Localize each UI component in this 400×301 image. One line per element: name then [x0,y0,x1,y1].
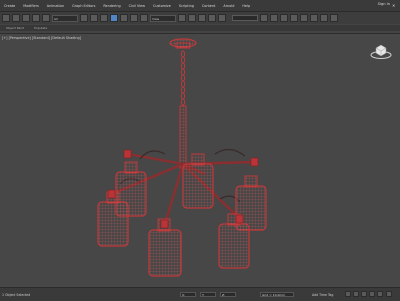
go-to-end-button[interactable] [377,291,383,297]
menu-arnold[interactable]: Arnold [219,4,238,8]
chain [180,50,186,106]
select-move-button[interactable] [110,14,118,22]
menu-animation[interactable]: Animation [43,4,68,8]
menu-modifiers[interactable]: Modifiers [19,4,42,8]
menu-scripting[interactable]: Scripting [175,4,198,8]
select-scale-button[interactable] [130,14,138,22]
bind-space-warp-button[interactable] [42,14,50,22]
zoom-extents-button[interactable] [386,291,392,297]
material-editor-button[interactable] [300,14,308,22]
snap-toggle-button[interactable] [188,14,196,22]
main-toolbar: All View [0,12,400,24]
select-place-button[interactable] [140,14,148,22]
menu-bar: Create Modifiers Animation Graph Editors… [0,0,400,12]
ribbon: Object Paint Populate [0,25,400,31]
render-frame-button[interactable] [320,14,328,22]
previous-frame-button[interactable] [353,291,359,297]
render-button[interactable] [330,14,338,22]
undo-button[interactable] [2,14,10,22]
go-to-start-button[interactable] [345,291,351,297]
percent-snap-button[interactable] [208,14,216,22]
menu-rendering[interactable]: Rendering [99,4,124,8]
reference-coordinate-dropdown[interactable]: View [150,14,176,22]
ribbon-tab-populate[interactable]: Populate [34,26,47,30]
align-button[interactable] [270,14,278,22]
link-button[interactable] [22,14,30,22]
sign-in-button[interactable]: Sign In [378,2,390,6]
spinner-snap-button[interactable] [218,14,226,22]
mirror-button[interactable] [260,14,268,22]
coord-x[interactable]: X: [180,292,196,297]
select-object-button[interactable] [80,14,88,22]
selection-filter-dropdown[interactable]: All [52,14,78,22]
grid-size: Grid = 10.0mm [260,292,294,297]
select-by-name-button[interactable] [90,14,98,22]
add-time-tag-button[interactable]: Add Time Tag [312,293,333,297]
lamp-shade-back-left [115,161,147,217]
angle-snap-button[interactable] [198,14,206,22]
central-stem [179,105,187,169]
unlink-button[interactable] [32,14,40,22]
curve-editor-button[interactable] [290,14,298,22]
selection-status: 1 Object Selected [2,293,31,297]
pivot-point-button[interactable] [178,14,186,22]
ribbon-tab-object-paint[interactable]: Object Paint [6,26,24,30]
layer-explorer-button[interactable] [280,14,288,22]
chandelier-model[interactable] [0,34,400,287]
menu-help[interactable]: Help [238,4,254,8]
ceiling-canopy [169,38,197,49]
select-rotate-button[interactable] [120,14,128,22]
menu-customize[interactable]: Customize [149,4,175,8]
rect-selection-button[interactable] [100,14,108,22]
render-setup-button[interactable] [310,14,318,22]
menu-graph-editors[interactable]: Graph Editors [68,4,99,8]
next-frame-button[interactable] [369,291,375,297]
coord-z[interactable]: Z: [220,292,236,297]
named-selection-sets-field[interactable] [232,15,258,21]
menu-content[interactable]: Content [198,4,220,8]
coord-y[interactable]: Y: [200,292,216,297]
status-bar: 1 Object Selected X: Y: Z: Grid = 10.0mm… [0,287,400,301]
menu-civil-view[interactable]: Civil View [125,4,149,8]
redo-button[interactable] [12,14,20,22]
play-button[interactable] [361,291,367,297]
menu-create[interactable]: Create [0,4,19,8]
perspective-viewport[interactable]: [+] [Perspective] [Standard] [Default Sh… [0,33,400,287]
window-close-icon[interactable]: ✕ [392,3,398,8]
